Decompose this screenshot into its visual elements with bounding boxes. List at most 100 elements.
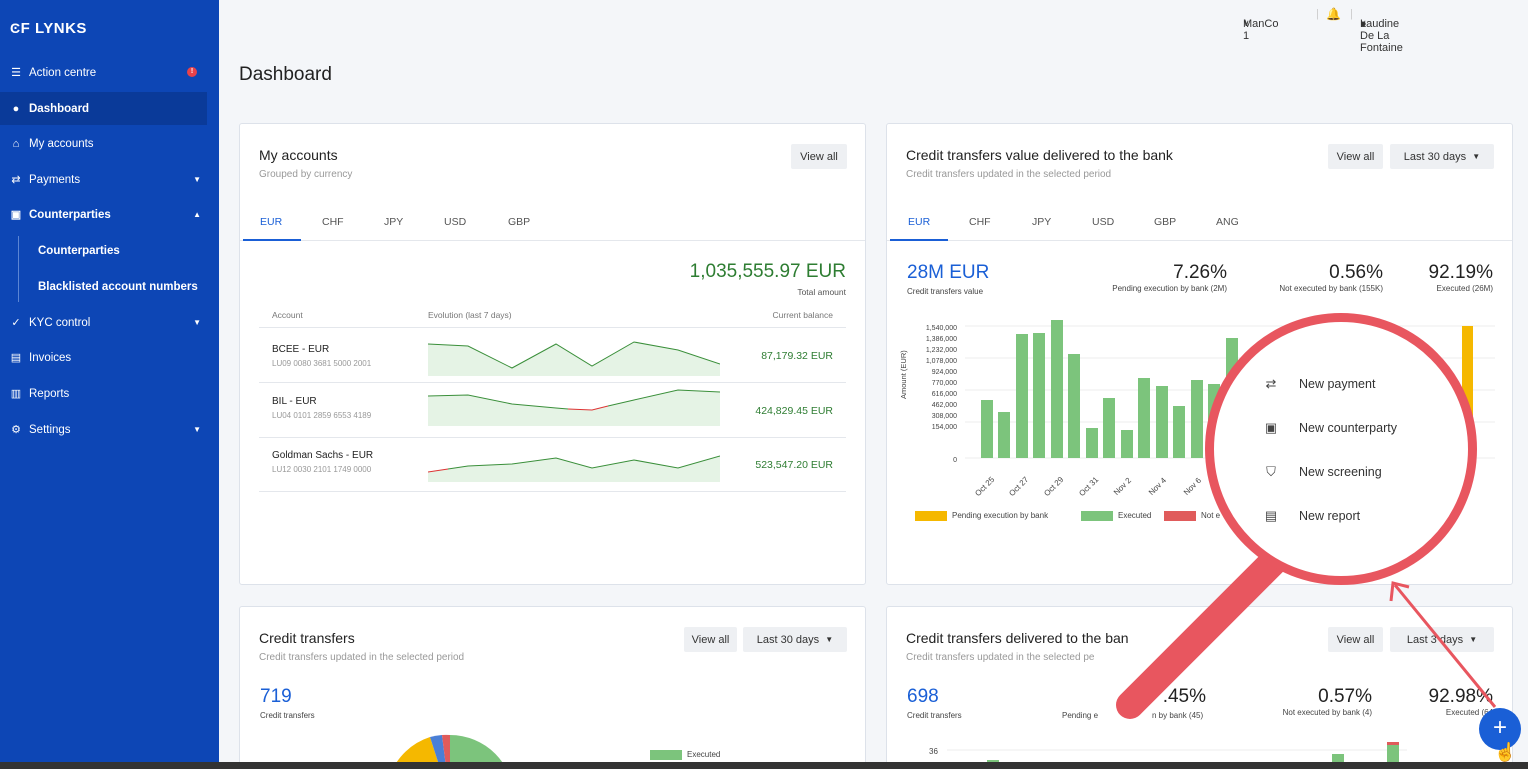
y-tick: 154,000 — [931, 424, 957, 431]
currency-tabs: EUR CHF JPY USD GBP — [240, 205, 865, 241]
bar — [981, 400, 993, 458]
dashboard-icon: ● — [12, 102, 20, 115]
sidebar-item-my-accounts[interactable]: ⌂ My accounts — [0, 127, 207, 160]
menu-item-label: New payment — [1299, 377, 1376, 391]
sidebar-item-action-centre[interactable]: ☰ Action centre! — [0, 56, 207, 89]
currency-tabs: EUR CHF JPY USD GBP ANG — [887, 205, 1512, 241]
legend-label: Not e — [1201, 511, 1221, 520]
sidebar-item-label: Dashboard — [29, 102, 90, 115]
stat-value: 92.19% — [1428, 262, 1493, 283]
legend-swatch-executed — [1081, 511, 1113, 521]
x-tick: Nov 6 — [1181, 475, 1204, 498]
stat-pending: 7.26% Pending execution by bank (2M) — [1112, 262, 1227, 293]
divider: | — [1316, 8, 1319, 20]
tab-jpy[interactable]: JPY — [1032, 216, 1051, 228]
annotation-arrow — [1389, 581, 1497, 708]
sidebar: ϾF LYNKS ☰ Action centre! ● Dashboard ⌂ My … — [0, 0, 219, 769]
sparkline-goldman — [428, 455, 720, 482]
x-tick: Oct 25 — [973, 474, 997, 499]
stat-label: Not executed by bank (4) — [1282, 708, 1372, 717]
tab-usd[interactable]: USD — [444, 216, 466, 228]
menu-item-label: New counterparty — [1299, 421, 1397, 435]
sidebar-subitem-blacklisted[interactable]: Blacklisted account numbers — [0, 270, 207, 303]
topbar: ManCo 1 ∨ | 🔔 | ● Laudine De La Fontaine… — [219, 0, 1528, 54]
sidebar-item-kyc-control[interactable]: ✓ KYC control ▼ — [0, 306, 207, 339]
sidebar-item-label: Blacklisted account numbers — [38, 280, 198, 293]
view-all-button[interactable]: View all — [1328, 627, 1383, 652]
menu-item-label: New report — [1299, 509, 1361, 523]
y-tick: 770,000 — [931, 380, 957, 387]
shield-check-icon: ⛉ — [1266, 464, 1276, 479]
tab-eur[interactable]: EUR — [260, 216, 282, 228]
transfer-icon: ⇄ — [1265, 376, 1277, 391]
period-dropdown[interactable]: Last 30 days ▼ — [743, 627, 847, 652]
column-header-account: Account — [272, 310, 303, 320]
x-tick: Oct 31 — [1077, 474, 1101, 499]
tab-usd[interactable]: USD — [1092, 216, 1114, 228]
card-subtitle: Credit transfers updated in the selected… — [906, 169, 1112, 180]
divider — [259, 382, 846, 383]
account-balance: 87,179.32 EUR — [761, 350, 833, 362]
account-balance: 523,547.20 EUR — [755, 459, 833, 471]
bar — [998, 412, 1010, 458]
view-all-button[interactable]: View all — [1328, 144, 1383, 169]
tab-jpy[interactable]: JPY — [384, 216, 403, 228]
divider — [259, 327, 846, 328]
bell-icon[interactable]: 🔔 — [1326, 7, 1341, 21]
menu-item-label: New screening — [1299, 465, 1382, 479]
x-tick: Nov 2 — [1111, 475, 1134, 498]
tab-ang[interactable]: ANG — [1216, 216, 1239, 228]
sidebar-item-dashboard[interactable]: ● Dashboard — [0, 92, 207, 125]
bar — [1121, 430, 1133, 458]
sidebar-item-label: KYC control — [29, 316, 91, 329]
bar — [1138, 378, 1150, 458]
bar — [1156, 386, 1168, 458]
y-tick: 36 — [929, 747, 938, 756]
bar — [1016, 334, 1028, 458]
y-tick: 1,232,000 — [925, 347, 957, 354]
tab-gbp[interactable]: GBP — [1154, 216, 1176, 228]
sidebar-item-label: Payments — [29, 173, 81, 186]
menu-item-new-counterparty[interactable]: ▣ New counterparty — [1260, 420, 1397, 436]
menu-item-new-payment[interactable]: ⇄ New payment — [1260, 376, 1376, 392]
brand-logo[interactable]: ϾF LYNKS — [10, 20, 87, 37]
bar — [1068, 354, 1080, 458]
account-name[interactable]: Goldman Sachs - EUR — [272, 450, 373, 461]
credit-transfers-count-label: Credit transfers — [260, 711, 315, 720]
card-subtitle: Credit transfers updated in the selected… — [259, 652, 465, 663]
account-iban: LU12 0030 2101 1749 0000 — [272, 465, 372, 474]
column-header-balance: Current balance — [772, 310, 833, 320]
sidebar-item-settings[interactable]: ⚙ Settings ▼ — [0, 413, 207, 446]
tab-gbp[interactable]: GBP — [508, 216, 530, 228]
sidebar-item-invoices[interactable]: ▤ Invoices — [0, 341, 207, 374]
sidebar-item-reports[interactable]: ▥ Reports — [0, 377, 207, 410]
sidebar-item-label: Invoices — [29, 351, 72, 364]
tab-chf[interactable]: CHF — [322, 216, 344, 228]
menu-item-new-report[interactable]: ▤ New report — [1260, 508, 1360, 524]
total-amount-label: Total amount — [797, 287, 846, 297]
account-name[interactable]: BCEE - EUR — [272, 344, 329, 355]
period-dropdown[interactable]: Last 30 days ▼ — [1390, 144, 1494, 169]
card-title: Credit transfers — [259, 630, 355, 646]
shield-check-icon: ✓ — [11, 317, 21, 329]
account-name[interactable]: BIL - EUR — [272, 396, 317, 407]
sidebar-item-payments[interactable]: ⇄ Payments ▼ — [0, 163, 207, 196]
sidebar-item-label: Counterparties — [38, 244, 120, 257]
sidebar-subitem-counterparties[interactable]: Counterparties — [0, 234, 207, 267]
stat-label: Not executed by bank (155K) — [1279, 284, 1383, 293]
sidebar-item-label: Action centre — [29, 66, 97, 79]
active-tab-indicator — [890, 239, 948, 241]
tab-eur[interactable]: EUR — [908, 216, 930, 228]
tab-chf[interactable]: CHF — [969, 216, 991, 228]
caret-down-icon: ▼ — [1472, 152, 1481, 161]
caret-down-icon: ▼ — [825, 635, 834, 644]
sidebar-item-counterparties[interactable]: ▣ Counterparties ▲ — [0, 198, 207, 231]
view-all-button[interactable]: View all — [791, 144, 847, 169]
active-tab-indicator — [243, 239, 301, 241]
y-tick: 616,000 — [931, 391, 957, 398]
bar — [1387, 742, 1399, 745]
list-icon: ☰ — [11, 67, 21, 79]
account-iban: LU09 0080 3681 5000 2001 — [272, 359, 372, 368]
view-all-button[interactable]: View all — [684, 627, 737, 652]
menu-item-new-screening[interactable]: ⛉ New screening — [1260, 464, 1382, 480]
